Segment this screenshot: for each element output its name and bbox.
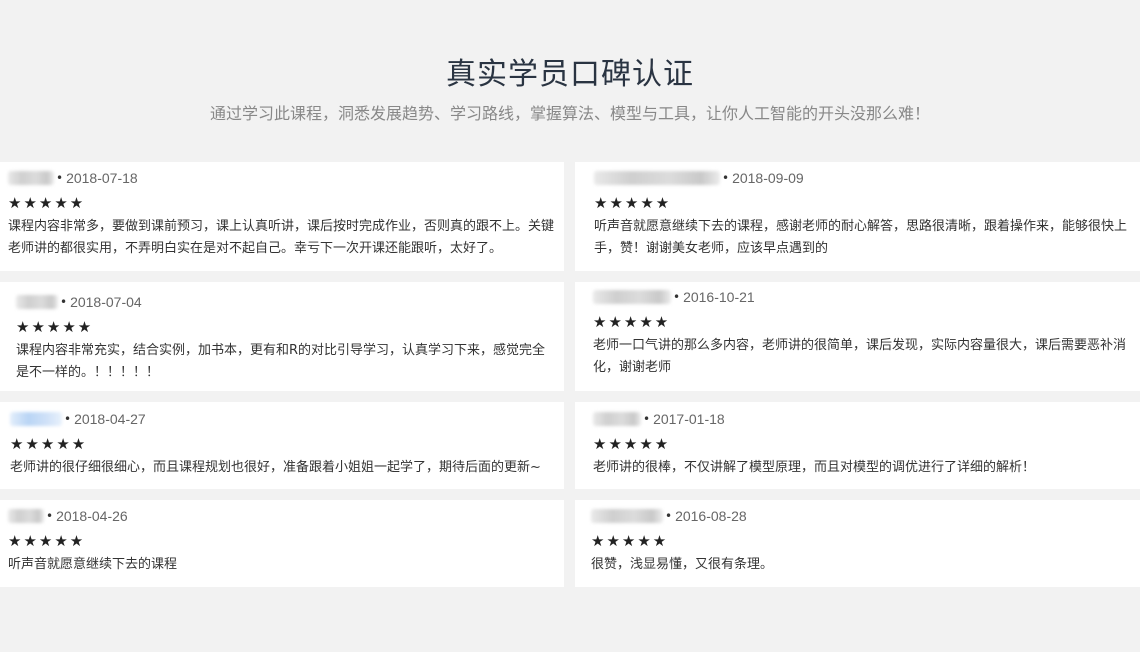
review-date: 2018-07-18 — [66, 170, 138, 186]
page-subtitle: 通过学习此课程，洞悉发展趋势、学习路线，掌握算法、模型与工具，让你人工智能的开头… — [209, 104, 930, 123]
review-card: • 2018-07-18 ★★★★★ 课程内容非常多，要做到课前预习，课上认真听… — [0, 162, 564, 271]
blurred-username — [16, 295, 58, 309]
star-rating: ★★★★★ — [8, 532, 86, 550]
star-rating: ★★★★★ — [10, 435, 88, 453]
star-rating: ★★★★★ — [16, 318, 94, 336]
review-meta: • 2016-10-21 — [593, 287, 1132, 307]
separator-dot: • — [56, 171, 64, 185]
review-card: • 2016-08-28 ★★★★★ 很赞，浅显易懂，又很有条理。 — [575, 500, 1140, 587]
blurred-username — [591, 509, 663, 523]
star-rating: ★★★★★ — [593, 435, 671, 453]
blurred-username — [8, 509, 44, 523]
review-card: • 2018-09-09 ★★★★★ 听声音就愿意继续下去的课程，感谢老师的耐心… — [575, 162, 1140, 271]
review-meta: • 2018-04-26 — [8, 506, 556, 526]
review-date: 2018-07-04 — [70, 294, 142, 310]
review-card: • 2018-04-26 ★★★★★ 听声音就愿意继续下去的课程 — [0, 500, 564, 587]
review-text: 课程内容非常充实，结合实例，加书本，更有和R的对比引导学习，认真学习下来，感觉完… — [16, 343, 546, 380]
review-text: 老师一口气讲的那么多内容，老师讲的很简单，课后发现，实际内容量很大，课后需要恶补… — [593, 338, 1127, 375]
review-date: 2017-01-18 — [653, 411, 725, 427]
review-card: • 2018-07-04 ★★★★★ 课程内容非常充实，结合实例，加书本，更有和… — [0, 282, 564, 391]
review-text: 老师讲的很棒，不仅讲解了模型原理，而且对模型的调优进行了详细的解析！ — [593, 460, 1036, 475]
page-title: 真实学员口碑认证 — [446, 57, 694, 92]
header: 真实学员口碑认证 通过学习此课程，洞悉发展趋势、学习路线，掌握算法、模型与工具，… — [0, 0, 1140, 125]
review-meta: • 2018-07-04 — [16, 292, 556, 312]
review-text: 很赞，浅显易懂，又很有条理。 — [591, 557, 774, 572]
review-meta: • 2018-07-18 — [8, 168, 556, 188]
separator-dot: • — [46, 509, 54, 523]
blurred-username — [594, 171, 720, 185]
review-date: 2018-04-26 — [56, 508, 128, 524]
blurred-username — [593, 412, 641, 426]
review-date: 2016-08-28 — [675, 508, 747, 524]
review-text: 课程内容非常多，要做到课前预习，课上认真听讲，课后按时完成作业，否则真的跟不上。… — [8, 219, 555, 256]
star-rating: ★★★★★ — [8, 194, 86, 212]
review-date: 2018-09-09 — [732, 170, 804, 186]
review-meta: • 2016-08-28 — [591, 506, 1132, 526]
separator-dot: • — [673, 290, 681, 304]
review-date: 2018-04-27 — [74, 411, 146, 427]
blurred-username — [593, 290, 671, 304]
review-meta: • 2017-01-18 — [593, 409, 1132, 429]
blurred-username — [10, 412, 62, 426]
review-card: • 2017-01-18 ★★★★★ 老师讲的很棒，不仅讲解了模型原理，而且对模… — [575, 402, 1140, 489]
review-card: • 2018-04-27 ★★★★★ 老师讲的很仔细很细心，而且课程规划也很好，… — [0, 402, 564, 489]
review-text: 听声音就愿意继续下去的课程，感谢老师的耐心解答，思路很清晰，跟着操作来，能够很快… — [594, 219, 1128, 256]
separator-dot: • — [60, 295, 68, 309]
review-text: 听声音就愿意继续下去的课程 — [8, 557, 178, 572]
review-text: 老师讲的很仔细很细心，而且课程规划也很好，准备跟着小姐姐一起学了，期待后面的更新… — [10, 460, 541, 475]
star-rating: ★★★★★ — [591, 532, 669, 550]
star-rating: ★★★★★ — [593, 313, 671, 331]
separator-dot: • — [643, 412, 651, 426]
blurred-username — [8, 171, 54, 185]
review-meta: • 2018-09-09 — [594, 168, 1132, 188]
review-date: 2016-10-21 — [683, 289, 755, 305]
separator-dot: • — [64, 412, 72, 426]
star-rating: ★★★★★ — [594, 194, 672, 212]
separator-dot: • — [665, 509, 673, 523]
review-meta: • 2018-04-27 — [10, 409, 556, 429]
separator-dot: • — [722, 171, 730, 185]
review-card: • 2016-10-21 ★★★★★ 老师一口气讲的那么多内容，老师讲的很简单，… — [575, 282, 1140, 391]
